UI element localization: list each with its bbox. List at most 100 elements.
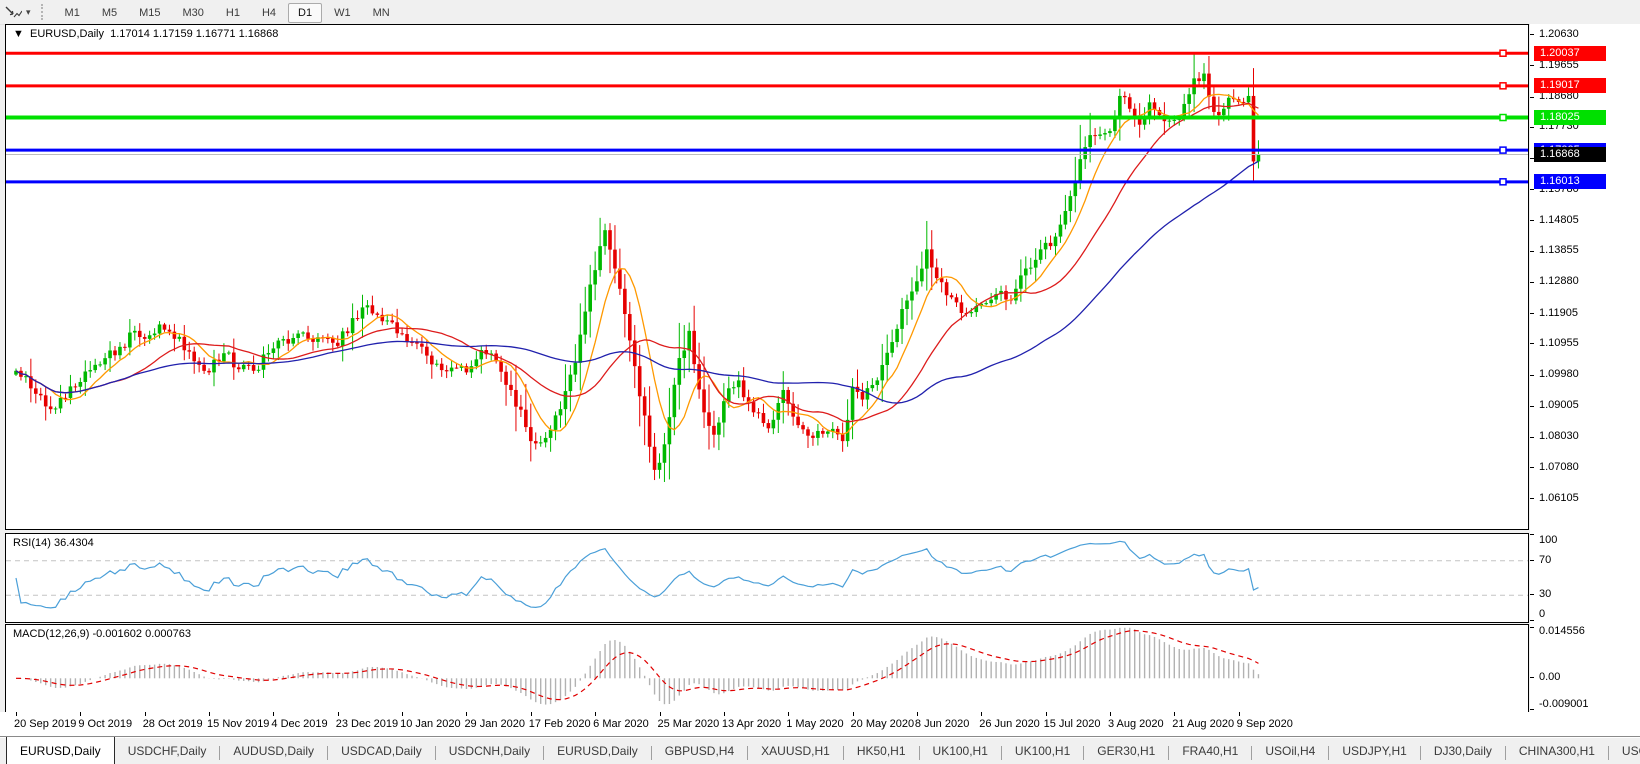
time-tick [916, 712, 918, 716]
macd-signal-line [15, 629, 1259, 701]
macd-axis[interactable]: 0.014556 0.00 -0.009001 [1530, 624, 1640, 711]
rsi-tick [1530, 534, 1534, 535]
timeframe-button-H4[interactable]: H4 [252, 3, 286, 23]
timeframe-toolbar: ▾ M1 M5 M15 M30 H1 H4 D1 W1 MN [0, 0, 1640, 25]
price-tick [1530, 34, 1534, 36]
candlestick-plot[interactable] [6, 25, 1528, 529]
time-tick [659, 712, 661, 716]
hline-price-badge: 1.16013 [1534, 174, 1606, 190]
price-tick-label: 1.07080 [1539, 460, 1579, 473]
chart-tab-15-DJ30-Daily[interactable]: DJ30,Daily [1421, 740, 1505, 758]
time-tick-label: 3 Aug 2020 [1107, 718, 1164, 730]
chart-tab-0-EURUSD-Daily[interactable]: EURUSD,Daily [6, 737, 115, 764]
ma-fast-line [15, 93, 1259, 435]
time-tick-label: 9 Sep 2020 [1236, 718, 1293, 730]
rsi-panel[interactable]: RSI(14) 36.4304 [5, 533, 1529, 623]
hline-price-badge: 1.20037 [1534, 45, 1606, 61]
time-tick-label: 20 Sep 2019 [14, 718, 77, 730]
chart-tab-12-FRA40-H1[interactable]: FRA40,H1 [1169, 740, 1251, 758]
time-tick [1045, 712, 1047, 716]
time-tick-label: 8 Jun 2020 [914, 718, 970, 730]
time-tick-label: 20 May 2020 [850, 718, 915, 730]
time-tick-label: 1 May 2020 [786, 718, 844, 730]
price-tick-label: 1.20630 [1539, 27, 1579, 40]
time-tick-label: 17 Feb 2020 [528, 718, 591, 730]
chart-tab-4-USDCNH-Daily[interactable]: USDCNH,Daily [436, 740, 543, 758]
price-tick-label: 1.06105 [1539, 491, 1579, 504]
rsi-line [15, 540, 1259, 609]
time-tick [981, 712, 983, 716]
macd-tick [1530, 626, 1534, 628]
toolbar-grip[interactable] [40, 4, 46, 20]
time-tick [16, 712, 17, 716]
macd-tick-label: 0.014556 [1539, 625, 1585, 637]
price-tick [1530, 436, 1534, 438]
time-tick-label: 15 Jul 2020 [1043, 718, 1101, 730]
chart-title-ohlc: 1.17014 1.17159 1.16771 1.16868 [110, 28, 279, 40]
price-tick [1530, 65, 1534, 67]
rsi-plot[interactable] [6, 534, 1528, 622]
time-tick-label: 28 Oct 2019 [142, 718, 203, 730]
price-tick-label: 1.19655 [1539, 58, 1579, 71]
timeframe-button-M30[interactable]: M30 [173, 3, 214, 23]
chart-tab-14-USDJPY-H1[interactable]: USDJPY,H1 [1329, 740, 1419, 758]
macd-plot[interactable] [6, 625, 1528, 712]
timeframe-button-H1[interactable]: H1 [216, 3, 250, 23]
chart-tab-5-EURUSD-Daily[interactable]: EURUSD,Daily [544, 740, 651, 758]
macd-label: MACD(12,26,9) -0.001602 0.000763 [13, 628, 191, 640]
line-studies-icon[interactable] [0, 4, 24, 20]
timeframe-button-D1[interactable]: D1 [288, 3, 323, 23]
price-tick [1530, 498, 1534, 500]
rsi-tick-label: 0 [1539, 608, 1546, 620]
price-tick [1530, 189, 1534, 191]
chart-tab-13-USOil-H4[interactable]: USOil,H4 [1252, 740, 1328, 758]
price-tick [1530, 374, 1534, 376]
time-tick [273, 712, 275, 716]
price-tick-label: 1.10955 [1539, 336, 1579, 349]
chart-tab-11-GER30-H1[interactable]: GER30,H1 [1084, 740, 1168, 758]
timeframe-button-M15[interactable]: M15 [129, 3, 170, 23]
time-tick-label: 9 Oct 2019 [78, 718, 133, 730]
price-tick [1530, 467, 1534, 469]
timeframe-buttons: M1 M5 M15 M30 H1 H4 D1 W1 MN [54, 3, 401, 23]
chart-tab-8-HK50-H1[interactable]: HK50,H1 [844, 740, 919, 758]
time-tick-label: 6 Mar 2020 [593, 718, 649, 730]
chart-tab-3-USDCAD-Daily[interactable]: USDCAD,Daily [328, 740, 435, 758]
chart-tab-10-UK100-H1[interactable]: UK100,H1 [1002, 740, 1083, 758]
main-chart-panel[interactable]: ▼ EURUSD,Daily 1.17014 1.17159 1.16771 1… [5, 24, 1529, 530]
chart-tab-1-USDCHF-Daily[interactable]: USDCHF,Daily [115, 740, 220, 758]
macd-panel[interactable]: MACD(12,26,9) -0.001602 0.000763 [5, 624, 1529, 713]
chart-tab-16-CHINA300-H1[interactable]: CHINA300,H1 [1506, 740, 1608, 758]
timeframe-button-W1[interactable]: W1 [324, 3, 361, 23]
time-tick [1109, 712, 1111, 716]
price-tick [1530, 96, 1534, 98]
price-tick-label: 1.14805 [1539, 213, 1579, 226]
chart-tab-2-AUDUSD-Daily[interactable]: AUDUSD,Daily [220, 740, 327, 758]
time-tick-label: 29 Jan 2020 [464, 718, 525, 730]
chart-tab-17-USOil-H1[interactable]: USOil,H1 [1609, 740, 1640, 758]
timeframe-button-M5[interactable]: M5 [92, 3, 127, 23]
price-tick-label: 1.08030 [1539, 430, 1579, 443]
rsi-axis[interactable]: 100 70 30 0 [1530, 533, 1640, 621]
hline-price-badge: 1.18025 [1534, 110, 1606, 126]
price-tick [1530, 313, 1534, 315]
time-tick [530, 712, 532, 716]
chart-tab-7-XAUUSD-H1[interactable]: XAUUSD,H1 [748, 740, 843, 758]
current-price-badge: 1.16868 [1534, 147, 1606, 162]
macd-tick-label: 0.00 [1539, 671, 1561, 684]
collapse-caret-icon[interactable]: ▼ [13, 28, 24, 40]
chart-tab-9-UK100-H1[interactable]: UK100,H1 [920, 740, 1001, 758]
time-tick-label: 26 Jun 2020 [979, 718, 1040, 730]
line-studies-dropdown-icon[interactable]: ▾ [24, 7, 37, 18]
chart-tab-6-GBPUSD-H4[interactable]: GBPUSD,H4 [652, 740, 747, 758]
chart-title: ▼ EURUSD,Daily 1.17014 1.17159 1.16771 1… [13, 28, 278, 40]
time-tick [788, 712, 790, 716]
timeframe-button-MN[interactable]: MN [363, 3, 400, 23]
timeframe-button-M1[interactable]: M1 [55, 3, 90, 23]
price-tick [1530, 220, 1534, 222]
price-tick [1530, 250, 1534, 252]
price-axis-main[interactable]: 1.206301.196551.186801.177301.167551.157… [1530, 24, 1640, 530]
time-tick-label: 23 Dec 2019 [335, 718, 399, 730]
time-axis[interactable]: 20 Sep 2019 9 Oct 2019 28 Oct 2019 15 Nov 2… [0, 712, 1640, 736]
hline-price-badge: 1.19017 [1534, 78, 1606, 94]
